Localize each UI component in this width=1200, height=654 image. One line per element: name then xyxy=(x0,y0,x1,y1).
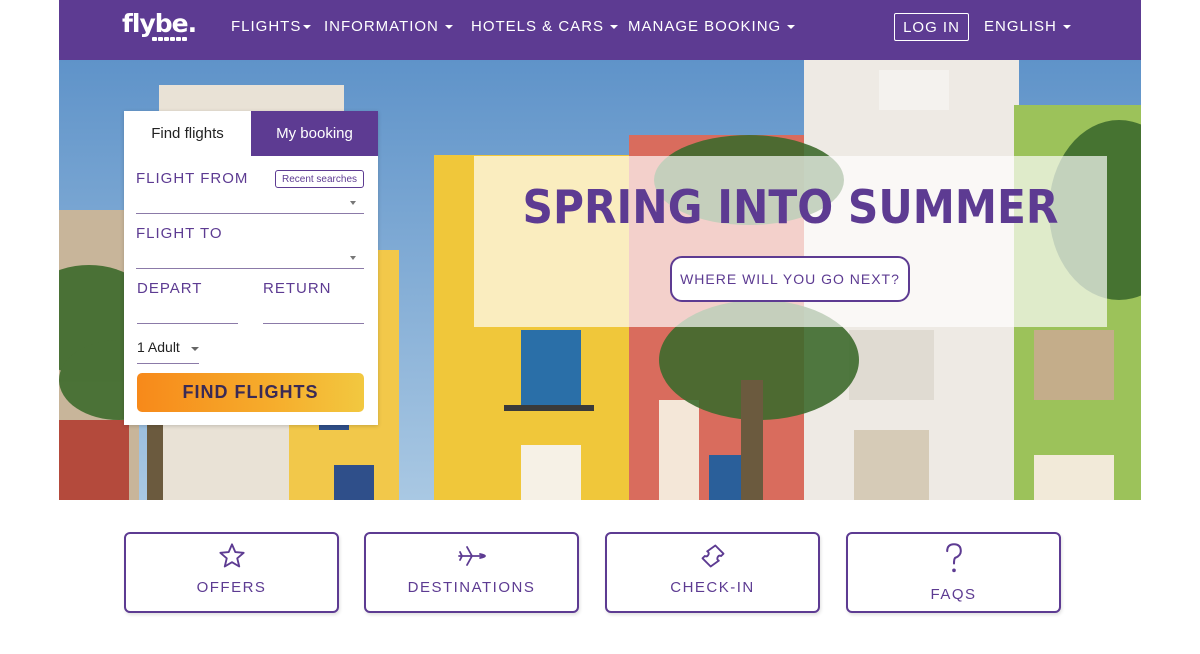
quick-link-label: FAQS xyxy=(930,586,977,603)
depart-underline xyxy=(137,323,238,324)
flight-to-label: FLIGHT TO xyxy=(136,225,223,242)
return-label: RETURN xyxy=(263,280,332,297)
depart-label: DEPART xyxy=(137,280,203,297)
quick-link-faqs[interactable]: FAQS xyxy=(846,532,1061,613)
quick-link-label: OFFERS xyxy=(196,579,267,596)
return-underline xyxy=(263,323,364,324)
recent-searches-button[interactable]: Recent searches xyxy=(275,170,364,188)
nav-flights-label: FLIGHTS xyxy=(231,18,302,35)
quick-link-destinations[interactable]: DESTINATIONS xyxy=(364,532,579,613)
quick-link-label: CHECK-IN xyxy=(670,579,755,596)
tab-find-flights-label: Find flights xyxy=(151,125,224,142)
ticket-icon xyxy=(701,544,724,568)
find-flights-label: FIND FLIGHTS xyxy=(182,382,319,402)
chevron-down-icon xyxy=(444,24,453,29)
depart-date-input[interactable] xyxy=(137,301,238,323)
flight-search-widget: Find flights My booking FLIGHT FROM Rece… xyxy=(124,111,378,425)
nav-manage-booking-label: MANAGE BOOKING xyxy=(628,18,782,35)
where-next-button[interactable]: WHERE WILL YOU GO NEXT? xyxy=(670,256,910,302)
quick-link-check-in[interactable]: CHECK-IN xyxy=(605,532,820,613)
tab-my-booking-label: My booking xyxy=(276,125,353,142)
logo-dots xyxy=(152,37,187,41)
login-label: LOG IN xyxy=(903,18,960,36)
nav-manage-booking[interactable]: MANAGE BOOKING xyxy=(628,18,796,35)
flight-from-select[interactable] xyxy=(136,191,364,213)
recent-searches-label: Recent searches xyxy=(281,173,358,185)
nav-information-label: INFORMATION xyxy=(324,18,439,35)
flybe-logo[interactable]: flybe. xyxy=(122,9,197,43)
plane-icon xyxy=(457,546,486,566)
language-label: ENGLISH xyxy=(984,18,1057,35)
star-icon xyxy=(218,543,245,568)
passenger-value: 1 Adult xyxy=(137,339,180,355)
chevron-down-icon xyxy=(303,24,312,29)
chevron-down-icon xyxy=(610,24,619,29)
tab-my-booking[interactable]: My booking xyxy=(251,111,378,156)
flight-from-label: FLIGHT FROM xyxy=(136,170,249,187)
tab-find-flights[interactable]: Find flights xyxy=(124,111,251,156)
return-date-input[interactable] xyxy=(263,301,364,323)
nav-information[interactable]: INFORMATION xyxy=(324,18,453,35)
quick-link-offers[interactable]: OFFERS xyxy=(124,532,339,613)
flight-from-underline xyxy=(136,213,364,214)
nav-hotels-cars-label: HOTELS & CARS xyxy=(471,18,605,35)
nav-hotels-cars[interactable]: HOTELS & CARS xyxy=(471,18,619,35)
chevron-down-icon xyxy=(350,201,356,205)
quick-link-label: DESTINATIONS xyxy=(407,579,536,596)
flight-to-underline xyxy=(136,268,364,269)
promo-title: SPRING INTO SUMMER xyxy=(522,180,1059,234)
login-button[interactable]: LOG IN xyxy=(894,13,969,41)
passenger-underline xyxy=(137,363,199,364)
chevron-down-icon xyxy=(787,24,796,29)
flight-to-select[interactable] xyxy=(136,246,364,268)
find-flights-button[interactable]: FIND FLIGHTS xyxy=(137,373,364,412)
chevron-down-icon xyxy=(1062,24,1071,29)
language-selector[interactable]: ENGLISH xyxy=(984,18,1071,35)
chevron-down-icon xyxy=(191,347,199,351)
nav-flights[interactable]: FLIGHTS xyxy=(231,18,312,35)
logo-text: flybe. xyxy=(122,9,197,38)
promo-panel: SPRING INTO SUMMER WHERE WILL YOU GO NEX… xyxy=(474,156,1107,327)
chevron-down-icon xyxy=(350,256,356,260)
where-next-label: WHERE WILL YOU GO NEXT? xyxy=(680,271,900,287)
top-navigation: flybe. FLIGHTS INFORMATION HOTELS & CARS… xyxy=(59,0,1141,60)
question-icon xyxy=(945,543,962,573)
